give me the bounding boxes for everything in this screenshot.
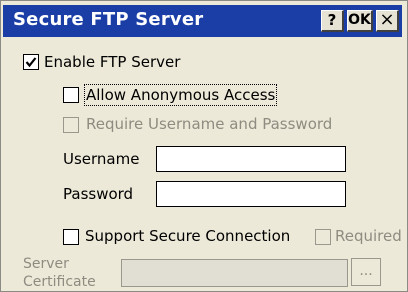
certificate-label-line2: Certificate: [23, 274, 96, 290]
browse-certificate-button[interactable]: ...: [351, 258, 381, 286]
require-auth-label: Require Username and Password: [86, 115, 333, 133]
ok-button[interactable]: OK: [347, 10, 373, 32]
support-secure-checkbox[interactable]: [63, 229, 79, 245]
require-auth-checkbox[interactable]: [63, 117, 79, 133]
check-mark-icon: [25, 57, 37, 68]
certificate-label-line1: Server: [23, 256, 69, 272]
title-bar: Secure FTP Server ? OK ×: [3, 5, 402, 37]
enable-ftp-label[interactable]: Enable FTP Server: [44, 53, 180, 71]
required-checkbox[interactable]: [315, 229, 331, 245]
close-button[interactable]: ×: [376, 10, 399, 32]
username-field[interactable]: [156, 146, 346, 172]
certificate-field[interactable]: [121, 259, 348, 287]
allow-anonymous-label[interactable]: Allow Anonymous Access: [83, 84, 278, 106]
required-label: Required: [335, 227, 402, 245]
window-title: Secure FTP Server: [13, 9, 204, 30]
help-button[interactable]: ?: [321, 10, 344, 32]
password-label: Password: [63, 185, 134, 203]
username-label: Username: [63, 150, 140, 168]
password-field[interactable]: [156, 181, 346, 207]
enable-ftp-checkbox[interactable]: [23, 54, 39, 70]
dialog-window: Secure FTP Server ? OK × Enable FTP Serv…: [0, 0, 408, 292]
support-secure-label[interactable]: Support Secure Connection: [85, 227, 290, 245]
allow-anonymous-checkbox[interactable]: [63, 87, 79, 103]
